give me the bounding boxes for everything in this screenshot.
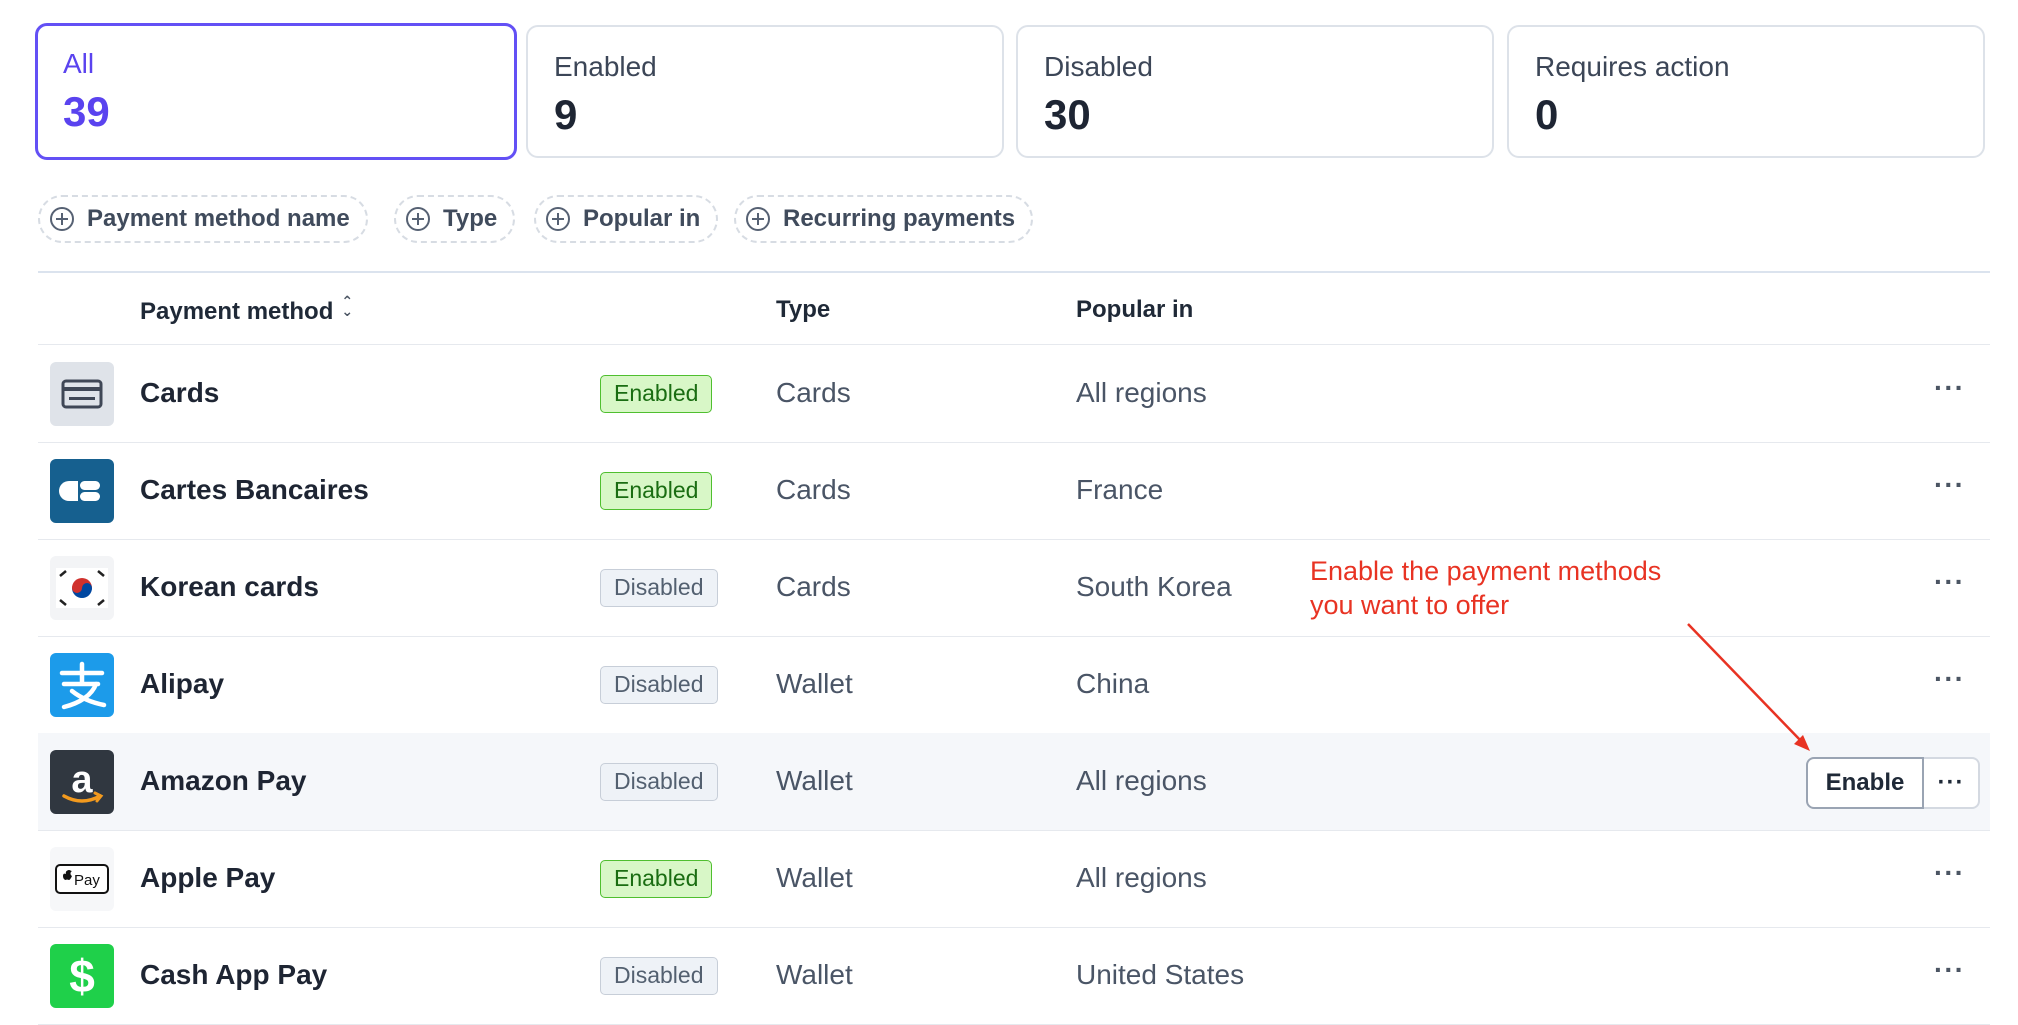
payment-method-name: Cards bbox=[140, 377, 220, 408]
row-action-group: Enable ··· bbox=[1806, 757, 1980, 809]
status-badge: Disabled bbox=[600, 666, 718, 704]
popular-in-cell: All regions bbox=[1076, 862, 1207, 893]
table-row[interactable]: Cards Enabled Cards All regions ··· bbox=[38, 345, 1990, 443]
filter-label: Payment method name bbox=[87, 205, 350, 232]
filter-popular-in[interactable]: Popular in bbox=[534, 195, 719, 243]
more-options-icon[interactable]: ··· bbox=[1934, 956, 1965, 984]
table-row[interactable]: Korean cards Disabled Cards South Korea … bbox=[38, 539, 1990, 637]
status-badge: Enabled bbox=[600, 375, 713, 413]
svg-text:a: a bbox=[71, 759, 93, 801]
column-header-popular-in: Popular in bbox=[1076, 296, 1194, 323]
summary-label: Disabled bbox=[1044, 51, 1153, 82]
more-options-icon[interactable]: ··· bbox=[1934, 568, 1965, 596]
cartes-bancaires-logo bbox=[50, 459, 114, 523]
type-cell: Wallet bbox=[776, 959, 853, 990]
svg-text:$: $ bbox=[69, 950, 95, 1002]
summary-label: Requires action bbox=[1535, 51, 1730, 82]
type-cell: Cards bbox=[776, 571, 851, 602]
summary-count: 9 bbox=[554, 91, 578, 138]
summary-count: 0 bbox=[1535, 91, 1559, 138]
popular-in-cell: All regions bbox=[1076, 377, 1207, 408]
annotation-line: Enable the payment methods bbox=[1310, 556, 1662, 586]
type-cell: Wallet bbox=[776, 862, 853, 893]
summary-card-requires-action[interactable]: Requires action 0 bbox=[1507, 25, 1985, 158]
filter-type[interactable]: Type bbox=[394, 195, 516, 243]
status-summary-cards: All 39 Enabled 9 Disabled 30 Requires ac… bbox=[35, 23, 1990, 162]
popular-in-cell: United States bbox=[1076, 959, 1245, 990]
table-row[interactable]: Cartes Bancaires Enabled Cards France ··… bbox=[38, 442, 1990, 540]
filter-payment-method-name[interactable]: Payment method name bbox=[38, 195, 368, 243]
more-options-icon[interactable]: ··· bbox=[1934, 859, 1965, 887]
sort-icon: ⌃ ⌄ bbox=[341, 293, 354, 319]
annotation-line: you want to offer bbox=[1310, 590, 1510, 620]
more-options-icon[interactable]: ··· bbox=[1934, 471, 1965, 499]
status-badge: Disabled bbox=[600, 957, 718, 995]
filter-label: Type bbox=[443, 205, 498, 232]
popular-in-cell: France bbox=[1076, 474, 1164, 505]
payment-method-name: Alipay bbox=[140, 668, 225, 699]
enable-button[interactable]: Enable bbox=[1806, 757, 1924, 809]
payment-method-name: Cartes Bancaires bbox=[140, 474, 369, 505]
type-cell: Cards bbox=[776, 377, 851, 408]
table-row[interactable]: Alipay Disabled Wallet China ··· bbox=[38, 636, 1990, 734]
filter-label: Recurring payments bbox=[783, 205, 1016, 232]
plus-circle-icon bbox=[746, 207, 770, 231]
summary-count: 39 bbox=[63, 88, 110, 135]
column-header-type: Type bbox=[776, 296, 831, 323]
more-options-button[interactable]: ··· bbox=[1924, 757, 1980, 809]
summary-card-enabled[interactable]: Enabled 9 bbox=[526, 25, 1004, 158]
payment-method-name: Amazon Pay bbox=[140, 765, 307, 796]
filter-label: Popular in bbox=[583, 205, 701, 232]
plus-circle-icon bbox=[406, 207, 430, 231]
divider bbox=[38, 271, 1990, 273]
popular-in-cell: South Korea bbox=[1076, 571, 1232, 602]
popular-in-cell: China bbox=[1076, 668, 1150, 699]
table-row[interactable]: a Amazon Pay Disabled Wallet All regions… bbox=[38, 733, 1990, 831]
type-cell: Wallet bbox=[776, 765, 853, 796]
status-badge: Enabled bbox=[600, 860, 713, 898]
amazon-logo: a bbox=[50, 750, 114, 814]
card-icon bbox=[50, 362, 114, 426]
summary-card-disabled[interactable]: Disabled 30 bbox=[1016, 25, 1494, 158]
status-badge: Enabled bbox=[600, 472, 713, 510]
cash-app-logo: $ bbox=[50, 944, 114, 1008]
table-header: Payment method ⌃ ⌄ Type Popular in bbox=[38, 274, 1990, 345]
alipay-logo bbox=[50, 653, 114, 717]
table-row[interactable]: $ Cash App Pay Disabled Wallet United St… bbox=[38, 927, 1990, 1025]
plus-circle-icon bbox=[546, 207, 570, 231]
payment-method-name: Apple Pay bbox=[140, 862, 276, 893]
type-cell: Wallet bbox=[776, 668, 853, 699]
annotation-text: Enable the payment methods you want to o… bbox=[1310, 554, 1661, 622]
status-badge: Disabled bbox=[600, 763, 718, 801]
payment-method-name: Korean cards bbox=[140, 571, 319, 602]
popular-in-cell: All regions bbox=[1076, 765, 1207, 796]
status-badge: Disabled bbox=[600, 569, 718, 607]
summary-label: All bbox=[63, 48, 95, 79]
summary-card-all[interactable]: All 39 bbox=[35, 23, 517, 160]
plus-circle-icon bbox=[50, 207, 74, 231]
column-header-label: Payment method bbox=[140, 298, 334, 325]
more-options-icon[interactable]: ··· bbox=[1934, 665, 1965, 693]
table-row[interactable]: Pay Apple Pay Enabled Wallet All regions… bbox=[38, 830, 1990, 928]
summary-count: 30 bbox=[1044, 91, 1091, 138]
apple-pay-logo: Pay bbox=[50, 847, 114, 911]
korean-flag-icon bbox=[50, 556, 114, 620]
svg-text:Pay: Pay bbox=[74, 872, 100, 889]
more-options-icon[interactable]: ··· bbox=[1934, 374, 1965, 402]
filter-recurring-payments[interactable]: Recurring payments bbox=[734, 195, 1034, 243]
payment-method-name: Cash App Pay bbox=[140, 959, 328, 990]
summary-label: Enabled bbox=[554, 51, 657, 82]
type-cell: Cards bbox=[776, 474, 851, 505]
column-header-payment-method[interactable]: Payment method ⌃ ⌄ bbox=[140, 293, 355, 326]
